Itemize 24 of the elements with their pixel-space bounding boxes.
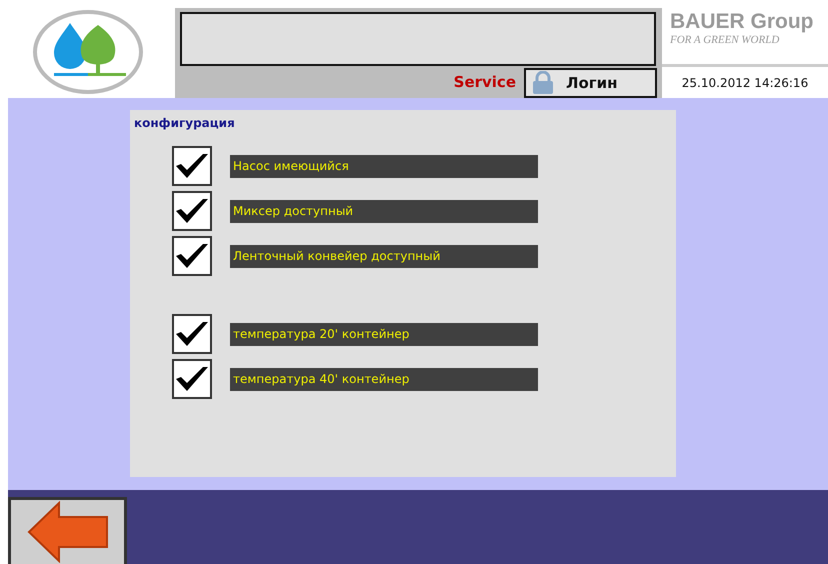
lock-icon (530, 71, 556, 95)
checkbox[interactable] (172, 191, 212, 231)
check-icon (175, 152, 209, 180)
checkbox[interactable] (172, 314, 212, 354)
check-icon (175, 365, 209, 393)
brand-name: BAUER Group (670, 10, 814, 34)
back-button[interactable] (8, 497, 127, 564)
date-time: 25.10.2012 14:26:16 (680, 74, 810, 92)
panel-title: конфигурация (134, 116, 236, 130)
left-arrow-icon (26, 501, 108, 563)
checkbox[interactable] (172, 236, 212, 276)
option-label: Насос имеющийся (230, 154, 538, 178)
checkbox[interactable] (172, 146, 212, 186)
check-icon (175, 197, 209, 225)
option-label: Ленточный конвейер доступный (230, 244, 538, 268)
check-icon (175, 320, 209, 348)
option-label: Миксер доступный (230, 200, 538, 222)
login-button[interactable]: Логин (524, 68, 657, 98)
service-label: Service (454, 73, 516, 91)
brand-tagline: FOR A GREEN WORLD (670, 34, 780, 46)
option-label: температура 20' контейнер (230, 322, 538, 346)
option-label: температура 40' контейнер (230, 368, 538, 390)
checkbox[interactable] (172, 359, 212, 399)
check-icon (175, 242, 209, 270)
